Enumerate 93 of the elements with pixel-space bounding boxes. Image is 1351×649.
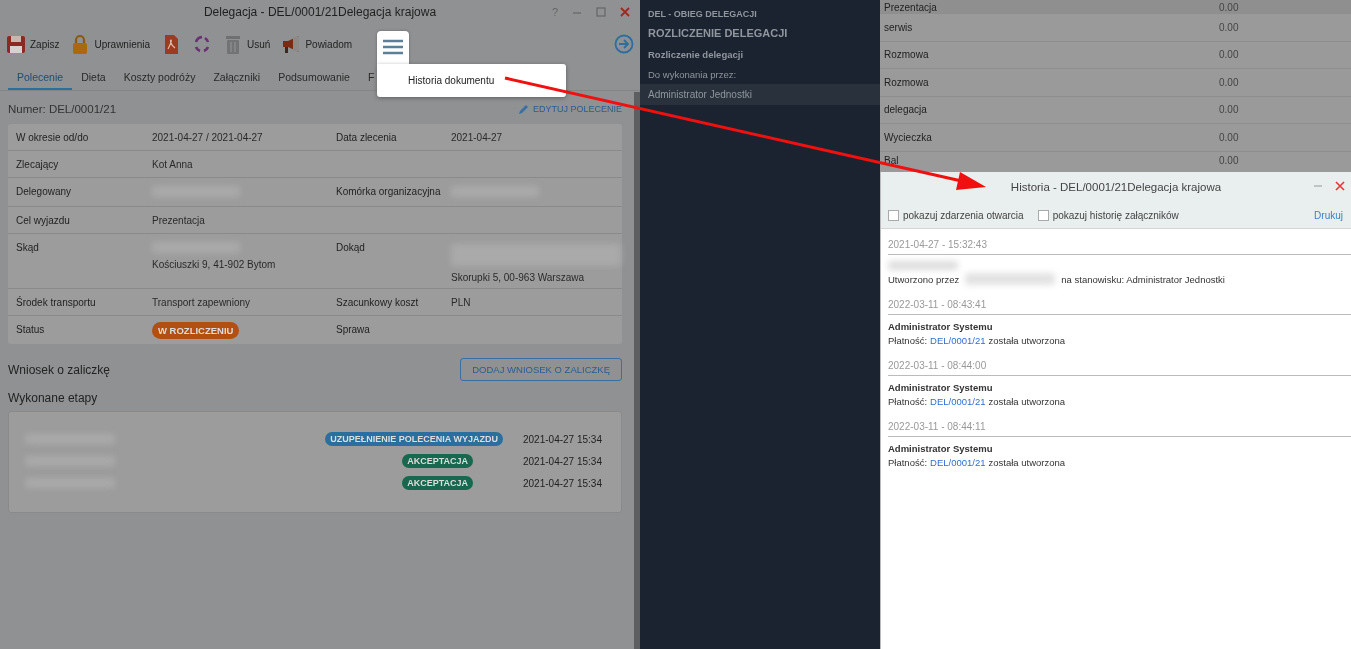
list-cell: 0.00 [1219,76,1239,88]
list-cell-text: Rozmowa [883,76,930,88]
stage-badge: UZUPEŁNIENIE POLECENIA WYJAZDU [325,432,503,446]
list-cell-text: delegacja [883,104,928,116]
entry-text: Płatność: [888,457,928,468]
field-label: Dokąd [335,241,366,255]
stage-badge: AKCEPTACJA [402,454,473,468]
toolbar-button[interactable]: Uprawnienia [68,32,153,56]
toolbar-button[interactable]: Powiadom [279,32,355,56]
tab[interactable]: Załączniki [204,64,270,90]
field-label: Delegowany [15,185,73,199]
list-cell: 0.00 [1219,154,1239,166]
document-number: Numer: DEL/0001/21 [8,103,117,115]
pencil-icon [517,103,529,115]
entry-author: Administrator Systemu [888,382,994,393]
list-cell-text: Wycieczka [883,131,933,143]
menu-button[interactable] [377,30,410,64]
field-value: Kościuszki 9, 41-902 Bytom [152,258,277,270]
list-cell-text: Rozmowa [883,49,930,61]
assignee-label: Do wykonania przez: [647,68,738,80]
document-link[interactable]: DEL/0001/21 [930,335,986,346]
checkbox[interactable] [1037,209,1049,221]
entry-text: Płatność: [888,335,928,346]
dialog-title: Historia - DEL/0001/21Delegacja krajowa [1010,181,1222,193]
list-cell: 0.00 [1219,49,1239,61]
field-label: Data zlecenia [335,131,398,145]
field-value: Skorupki 5, 00-963 Warszawa [451,271,586,283]
tab[interactable]: Dieta [72,64,115,90]
stage-date: 2021-04-27 15:34 [523,455,601,467]
entry-date: 2022-03-11 - 08:44:11 [888,421,1351,437]
entry-text: została utworzona [988,335,1066,346]
assignee-item[interactable]: Administrator Jednostki [640,84,880,105]
list-cell: 0.00 [1219,21,1239,33]
list-cell: 0.00 [1219,131,1239,143]
window-title: Delegacja - DEL/0001/21Delegacja krajowa [203,5,437,19]
toolbar-button[interactable]: Zapisz [4,32,62,56]
entry-author: Administrator Systemu [888,321,994,332]
field-label: Środek transportu [15,295,97,310]
field-value: Kot Anna [152,158,194,170]
stage-date: 2021-04-27 15:34 [523,433,601,445]
tab[interactable]: Koszty podróży [114,64,205,90]
maximize-icon[interactable] [596,7,606,17]
field-label: Komórka organizacyjna [335,185,442,199]
entry-text: Utworzono przez [888,273,960,285]
print-link[interactable]: Drukuj [1314,209,1343,221]
save-icon [6,34,26,54]
megaphone-icon [281,34,302,54]
section-title: Wniosek o zaliczkę [8,362,111,377]
field-label: Skąd [15,241,40,255]
stage-name: ROZLICZENIE DELEGACJI [647,26,789,39]
process-name: DEL - OBIEG DELEGACJI [647,8,758,19]
field-value: 2021-04-27 / 2021-04-27 [152,131,264,143]
step-name: Rozliczenie delegacji [647,48,745,60]
tab[interactable]: Polecenie [8,64,73,90]
menu-icon [382,37,405,57]
list-cell: 0.00 [1219,2,1239,13]
entry-date: 2022-03-11 - 08:43:41 [888,299,1351,315]
stage-badge: AKCEPTACJA [402,476,473,490]
status-badge: W ROZLICZENIU [152,322,240,339]
list-cell-text: serwis [883,21,914,33]
entry-text: została utworzona [988,396,1066,407]
field-label: Zlecający [15,158,60,172]
forward-icon[interactable] [614,34,634,54]
list-cell: 0.00 [1219,104,1239,116]
field-label: W okresie od/do [15,131,90,145]
list-cell-text: Prezentacja [883,2,938,13]
field-label: Sprawa [335,323,371,337]
field-value: 2021-04-27 [451,131,504,143]
checkbox-label: pokazuj historię załączników [1052,209,1179,221]
document-link[interactable]: DEL/0001/21 [930,396,986,407]
close-icon[interactable] [1335,181,1345,191]
entry-text: na stanowisku: Administrator Jednostki [1061,273,1225,285]
entry-author: Administrator Systemu [888,443,994,454]
checkbox[interactable] [888,209,899,221]
entry-date: 2021-04-27 - 15:32:43 [888,239,1351,255]
field-value: PLN [451,296,472,308]
scrollbar[interactable] [634,92,640,649]
section-title: Wykonane etapy [8,391,99,405]
field-label: Status [15,323,46,337]
entry-date: 2022-03-11 - 08:44:00 [888,360,1351,376]
tab[interactable]: Podsumowanie [269,64,359,90]
field-value: Transport zapewniony [152,296,251,308]
field-label: Szacunkowy koszt [335,296,420,310]
menu-item[interactable]: Historia dokumentu [408,74,495,86]
field-value: Prezentacja [152,214,206,226]
stage-date: 2021-04-27 15:34 [523,477,601,489]
toolbar-button[interactable]: Usuń [221,32,273,56]
entry-text: Płatność: [888,396,928,407]
document-link[interactable]: DEL/0001/21 [930,457,986,468]
close-icon[interactable] [620,7,630,17]
field-label: Cel wyjazdu [15,214,71,228]
entry-text: została utworzona [988,457,1066,468]
checkbox-label: pokazuj zdarzenia otwarcia [903,209,1024,221]
